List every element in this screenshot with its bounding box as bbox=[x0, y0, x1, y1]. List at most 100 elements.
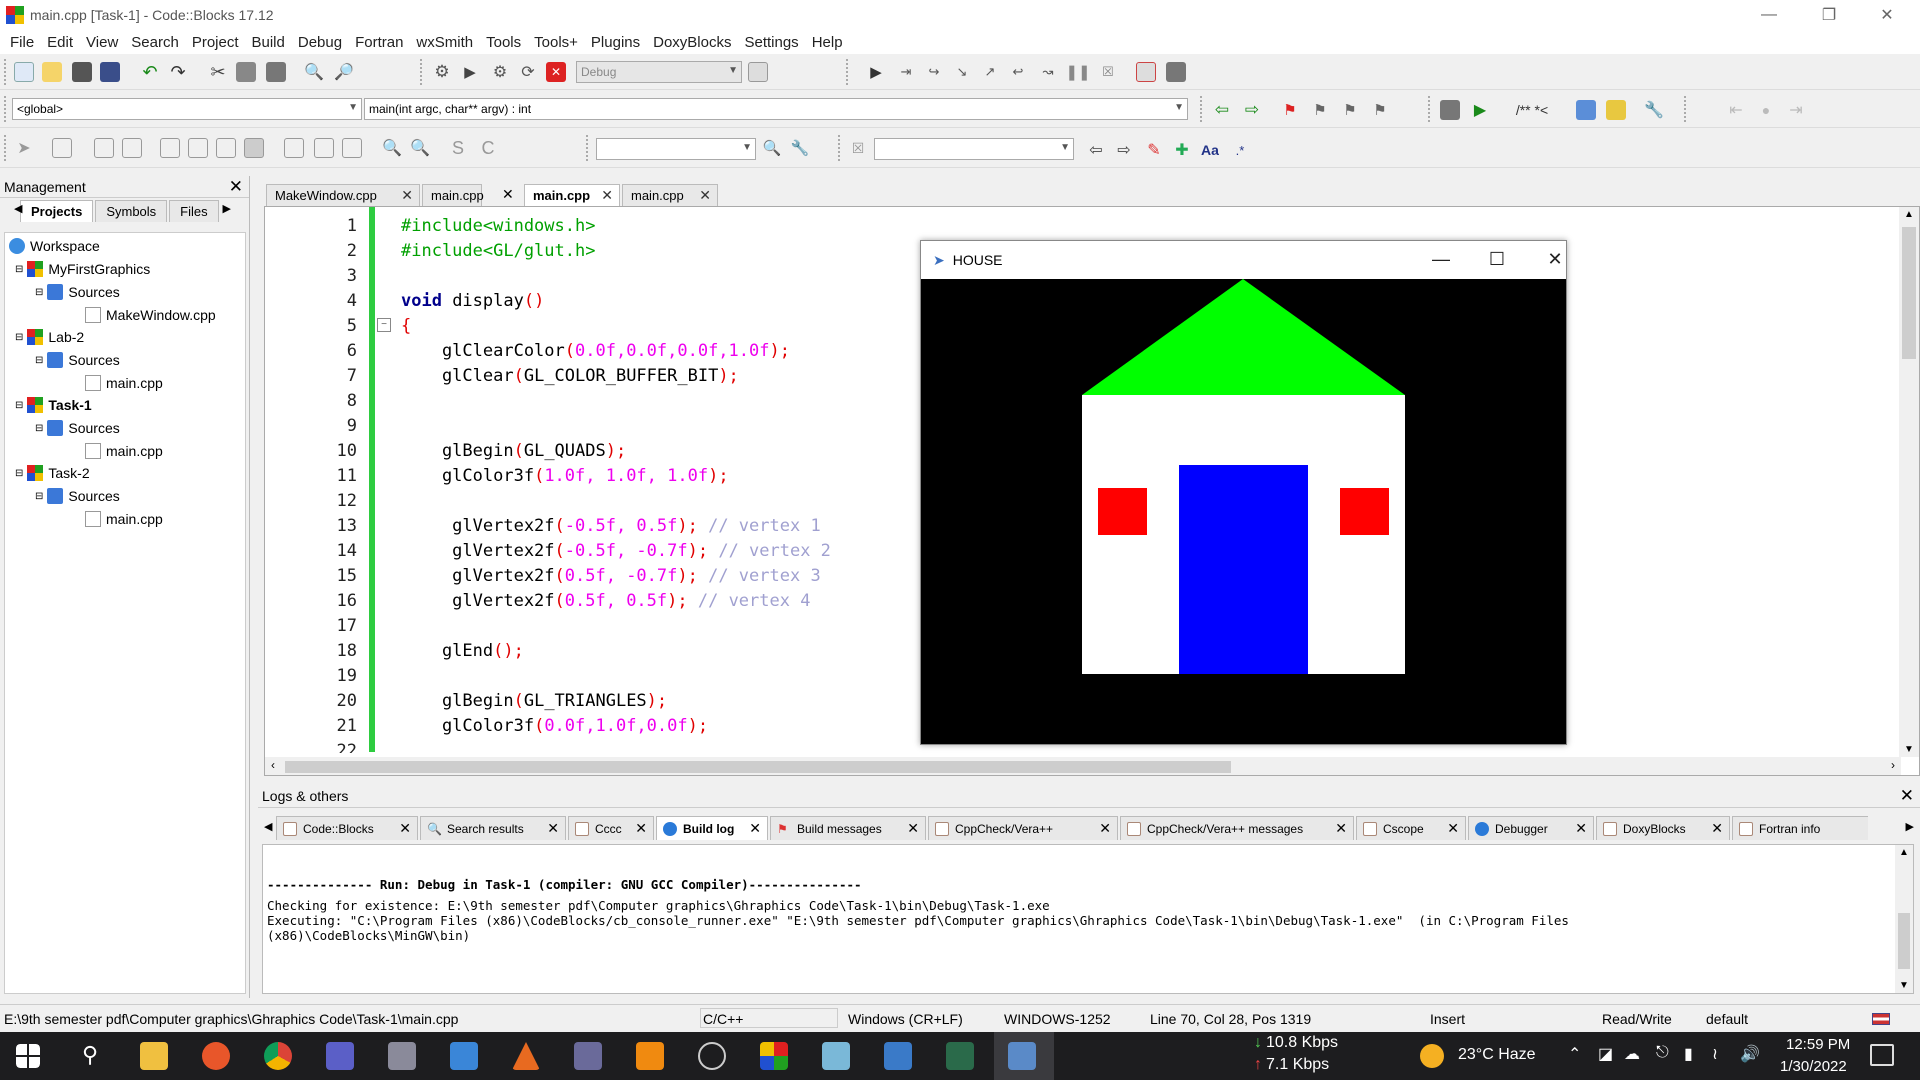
next-instruction-icon[interactable]: ↩ bbox=[1008, 62, 1028, 82]
control-panel-icon[interactable] bbox=[450, 1042, 478, 1070]
log-tab[interactable]: Code::Blocks ✕ bbox=[276, 816, 418, 840]
cut-icon[interactable]: ✂ bbox=[208, 62, 228, 82]
restore-button[interactable]: ❐ bbox=[1800, 0, 1858, 30]
target-options-icon[interactable] bbox=[748, 62, 768, 82]
scrollbar-thumb[interactable] bbox=[285, 761, 1231, 773]
editor-vertical-scrollbar[interactable]: ▲ ▼ bbox=[1899, 207, 1919, 757]
widget-choice-icon[interactable] bbox=[188, 138, 208, 158]
bookmark-clear-icon[interactable]: ⚑ bbox=[1370, 100, 1390, 120]
collapse-icon[interactable]: ⊟ bbox=[15, 400, 23, 411]
search-icon[interactable]: ⚲ bbox=[76, 1042, 104, 1070]
toolbar-grip[interactable] bbox=[1684, 96, 1688, 122]
find-icon[interactable]: 🔍 bbox=[304, 62, 324, 82]
dot-icon[interactable]: ● bbox=[1756, 100, 1776, 120]
doxyblocks-config-icon[interactable]: 🔧 bbox=[1644, 100, 1664, 120]
codeblocks-taskbar-icon[interactable] bbox=[760, 1042, 788, 1070]
close-tab-icon[interactable]: ✕ bbox=[547, 820, 559, 837]
close-tab-icon[interactable]: ✕ bbox=[1335, 820, 1347, 837]
clock-time[interactable]: 12:59 PM bbox=[1786, 1036, 1850, 1053]
sublime-text-icon[interactable] bbox=[636, 1042, 664, 1070]
tree-folder-sources[interactable]: ⊟ Sources bbox=[35, 350, 120, 370]
toolbar-grip[interactable] bbox=[586, 135, 590, 161]
log-tab[interactable]: CppCheck/Vera++ ✕ bbox=[928, 816, 1118, 840]
step-out-icon[interactable]: ↗ bbox=[980, 62, 1000, 82]
collapse-icon[interactable]: ⊟ bbox=[35, 491, 43, 502]
tree-project-lab-2[interactable]: ⊟ Lab-2 bbox=[15, 327, 84, 347]
tree-folder-sources[interactable]: ⊟ Sources bbox=[35, 486, 120, 506]
widget-dialog-icon[interactable] bbox=[314, 138, 334, 158]
build-and-run-icon[interactable]: ⚙ bbox=[490, 62, 510, 82]
widget-grid-icon[interactable] bbox=[244, 138, 264, 158]
save-all-icon[interactable] bbox=[100, 62, 120, 82]
rebuild-icon[interactable]: ⟳ bbox=[518, 62, 538, 82]
editor-tab[interactable]: MakeWindow.cpp ✕ bbox=[266, 184, 420, 206]
close-tab-icon[interactable]: ✕ bbox=[635, 820, 647, 837]
close-tab-icon[interactable]: ✕ bbox=[907, 820, 919, 837]
menu-settings[interactable]: Settings bbox=[740, 34, 807, 51]
log-tab[interactable]: Cccc ✕ bbox=[568, 816, 654, 840]
doxywizard-icon[interactable] bbox=[1440, 100, 1460, 120]
close-tab-icon[interactable]: ✕ bbox=[502, 186, 514, 203]
close-tab-icon[interactable]: ✕ bbox=[399, 820, 411, 837]
collapse-icon[interactable]: ⊟ bbox=[35, 355, 43, 366]
close-tab-icon[interactable]: ✕ bbox=[1575, 820, 1587, 837]
search-settings-icon[interactable]: 🔧 bbox=[790, 138, 810, 158]
matlab-icon[interactable] bbox=[512, 1042, 540, 1070]
collapse-icon[interactable]: ⊟ bbox=[15, 332, 23, 343]
menu-wxsmith[interactable]: wxSmith bbox=[412, 34, 482, 51]
build-target-select[interactable]: Debug ▼ bbox=[576, 61, 742, 83]
debug-start-icon[interactable]: ▶ bbox=[866, 62, 886, 82]
run-icon[interactable]: ▶ bbox=[460, 62, 480, 82]
pause-icon[interactable]: ❚❚ bbox=[1065, 62, 1090, 82]
menu-help[interactable]: Help bbox=[808, 34, 852, 51]
firefox-icon[interactable] bbox=[202, 1042, 230, 1070]
close-tab-icon[interactable]: ✕ bbox=[1099, 820, 1111, 837]
search-go-icon[interactable]: 🔍 bbox=[762, 138, 782, 158]
close-button[interactable]: ✕ bbox=[1535, 249, 1575, 270]
bookmark-toggle-icon[interactable]: ⚑ bbox=[1280, 100, 1300, 120]
tab-scroll-left-icon[interactable]: ◀ bbox=[4, 199, 32, 218]
match-case-icon[interactable]: Aa bbox=[1200, 140, 1220, 160]
widget-panel-icon[interactable] bbox=[52, 138, 72, 158]
tree-folder-sources[interactable]: ⊟ Sources bbox=[35, 282, 120, 302]
editor-tab[interactable]: main.cpp bbox=[422, 184, 484, 206]
menu-tools[interactable]: Tools bbox=[482, 34, 530, 51]
scrollbar-thumb[interactable] bbox=[1902, 227, 1916, 359]
bookmark-next-icon[interactable]: ⚑ bbox=[1340, 100, 1360, 120]
file-explorer-icon[interactable] bbox=[140, 1042, 168, 1070]
search-combo[interactable]: ▼ bbox=[596, 138, 756, 160]
first-icon[interactable]: ⇤ bbox=[1726, 100, 1746, 120]
undo-icon[interactable]: ↶ bbox=[140, 62, 160, 82]
tree-project-task-2[interactable]: ⊟ Task-2 bbox=[15, 463, 90, 483]
build-log-output[interactable]: -------------- Run: Debug in Task-1 (com… bbox=[262, 844, 1914, 994]
chm-docs-icon[interactable] bbox=[1606, 100, 1626, 120]
function-select[interactable]: main(int argc, char** argv) : int ▼ bbox=[364, 98, 1188, 120]
log-tab[interactable]: CppCheck/Vera++ messages ✕ bbox=[1120, 816, 1354, 840]
zoom-in-icon[interactable]: 🔍 bbox=[382, 138, 402, 158]
toolbar-grip[interactable] bbox=[846, 59, 850, 85]
weather-haze-icon[interactable] bbox=[1420, 1044, 1444, 1068]
chrome-icon[interactable] bbox=[264, 1042, 292, 1070]
stop-debug-icon[interactable]: ☒ bbox=[1098, 62, 1118, 82]
replace-icon[interactable]: 🔎 bbox=[334, 62, 354, 82]
microphone-icon[interactable]: ⎋ bbox=[1656, 1044, 1669, 1062]
widget-scroll-icon[interactable] bbox=[342, 138, 362, 158]
wifi-icon[interactable]: ≀ bbox=[1712, 1044, 1718, 1064]
menu-project[interactable]: Project bbox=[188, 34, 248, 51]
replace-combo[interactable]: ▼ bbox=[874, 138, 1074, 160]
tree-workspace[interactable]: Workspace bbox=[9, 236, 100, 256]
windows-start-icon[interactable] bbox=[16, 1044, 40, 1068]
close-tab-icon[interactable]: ✕ bbox=[1447, 820, 1459, 837]
extract-docs-icon[interactable]: ▶ bbox=[1470, 100, 1490, 120]
collapse-icon[interactable]: ⊟ bbox=[35, 423, 43, 434]
widget-bitmap-icon[interactable] bbox=[94, 138, 114, 158]
save-icon[interactable] bbox=[72, 62, 92, 82]
menu-view[interactable]: View bbox=[82, 34, 127, 51]
editor-tab-active[interactable]: main.cpp ✕ bbox=[524, 184, 620, 206]
widget-text-icon[interactable] bbox=[122, 138, 142, 158]
pointer-icon[interactable]: ➤ bbox=[14, 138, 34, 158]
tree-file[interactable]: main.cpp bbox=[85, 509, 163, 529]
menu-build[interactable]: Build bbox=[248, 34, 294, 51]
menu-search[interactable]: Search bbox=[127, 34, 188, 51]
editor-tab[interactable]: main.cpp ✕ bbox=[622, 184, 718, 206]
